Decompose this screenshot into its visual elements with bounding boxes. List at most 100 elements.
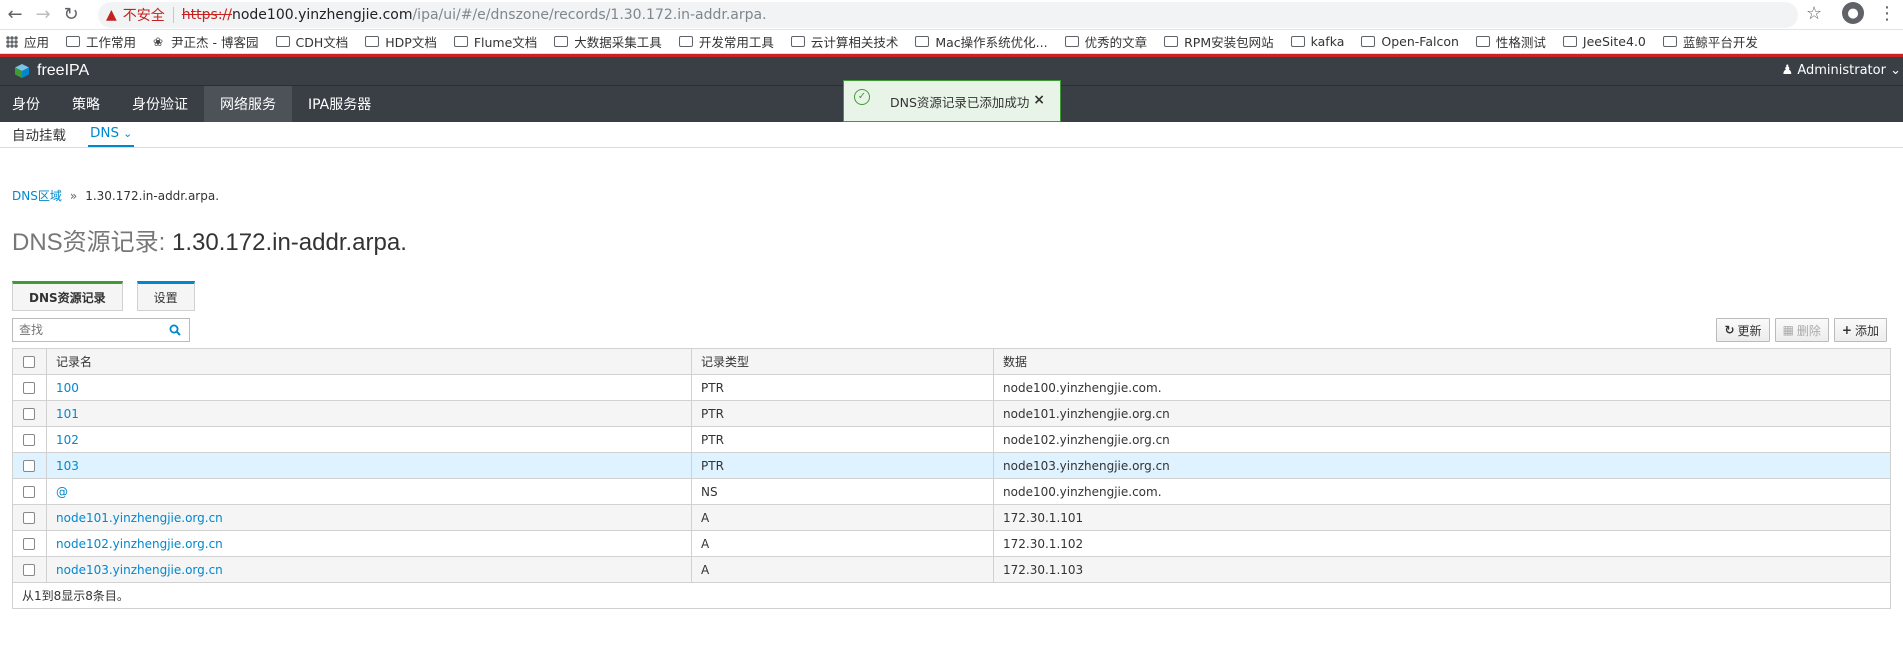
- main-nav-item[interactable]: IPA服务器: [292, 86, 387, 122]
- record-name-link[interactable]: @: [46, 478, 692, 505]
- record-name-link[interactable]: node103.yinzhengjie.org.cn: [46, 556, 692, 583]
- folder-icon: [1064, 36, 1079, 47]
- folder-icon: [1662, 36, 1677, 47]
- bookmark-item[interactable]: 应用: [6, 32, 49, 51]
- record-name-link[interactable]: 100: [46, 374, 692, 401]
- bookmark-item[interactable]: kafka: [1290, 34, 1345, 49]
- profile-avatar-icon[interactable]: ●: [1842, 2, 1864, 24]
- column-header-type[interactable]: 记录类型: [691, 348, 994, 375]
- delete-button[interactable]: ▦ 删除: [1774, 318, 1829, 342]
- folder-icon: [915, 36, 930, 47]
- record-type: PTR: [691, 452, 994, 479]
- close-icon[interactable]: ×: [1033, 92, 1045, 108]
- table-row[interactable]: 102 PTR node102.yinzhengjie.org.cn: [12, 426, 1891, 453]
- bookmark-label: JeeSite4.0: [1582, 34, 1646, 49]
- row-checkbox[interactable]: [23, 512, 35, 524]
- reload-icon[interactable]: ↻: [58, 2, 84, 28]
- bookmark-item[interactable]: 大数据采集工具: [554, 32, 662, 51]
- bookmark-label: CDH文档: [295, 35, 349, 50]
- freeipa-logo[interactable]: freeIPA: [14, 62, 89, 80]
- column-header-name[interactable]: 记录名: [46, 348, 692, 375]
- table-row[interactable]: node102.yinzhengjie.org.cn A 172.30.1.102: [12, 530, 1891, 557]
- tab-settings[interactable]: 设置: [136, 281, 195, 311]
- table-row[interactable]: @ NS node100.yinzhengjie.com.: [12, 478, 1891, 505]
- bookmark-item[interactable]: Flume文档: [453, 32, 537, 51]
- notification-message: DNS资源记录已添加成功: [890, 94, 1030, 110]
- add-button[interactable]: + 添加: [1833, 318, 1887, 342]
- bookmark-item[interactable]: 优秀的文章: [1064, 32, 1148, 51]
- bookmark-item[interactable]: RPM安装包网站: [1164, 32, 1274, 51]
- row-checkbox[interactable]: [23, 382, 35, 394]
- record-type: A: [691, 504, 994, 531]
- row-checkbox[interactable]: [23, 538, 35, 550]
- address-bar[interactable]: ▲ 不安全 https:// node100.yinzhengjie.com /…: [98, 2, 1798, 28]
- record-data: 172.30.1.103: [993, 556, 1891, 583]
- add-label: 添加: [1854, 323, 1879, 338]
- table-row[interactable]: 103 PTR node103.yinzhengjie.org.cn: [12, 452, 1891, 479]
- subnav-dns[interactable]: DNS ⌄: [88, 121, 135, 147]
- folder-icon: [1361, 36, 1376, 47]
- search-icon[interactable]: [169, 324, 181, 336]
- more-menu-icon[interactable]: ⋮: [1878, 3, 1896, 24]
- row-checkbox[interactable]: [23, 486, 35, 498]
- freeipa-cube-icon: [15, 64, 29, 78]
- chevron-down-icon: ⌄: [1890, 63, 1901, 78]
- table-row[interactable]: 100 PTR node100.yinzhengjie.com.: [12, 374, 1891, 401]
- breadcrumb-dns-zones-link[interactable]: DNS区域: [12, 187, 62, 204]
- record-name-link[interactable]: 101: [46, 400, 692, 427]
- tab-dns-records[interactable]: DNS资源记录: [12, 281, 123, 311]
- row-checkbox[interactable]: [23, 434, 35, 446]
- record-data: node103.yinzhengjie.org.cn: [993, 452, 1891, 479]
- url-scheme: https://: [181, 7, 232, 23]
- table-row[interactable]: node101.yinzhengjie.org.cn A 172.30.1.101: [12, 504, 1891, 531]
- refresh-button[interactable]: ↻ 更新: [1716, 318, 1770, 342]
- bookmark-item[interactable]: 工作常用: [66, 32, 136, 51]
- main-nav-item[interactable]: 策略: [56, 86, 116, 122]
- bookmark-item[interactable]: 性格测试: [1475, 32, 1546, 51]
- record-type: A: [691, 556, 994, 583]
- row-checkbox[interactable]: [23, 564, 35, 576]
- forward-arrow-icon[interactable]: →: [30, 2, 56, 28]
- main-nav-item[interactable]: 网络服务: [204, 86, 292, 122]
- folder-icon: [275, 36, 290, 47]
- bookmark-item[interactable]: Mac操作系统优化...: [915, 32, 1048, 51]
- bookmark-star-icon[interactable]: ☆: [1806, 3, 1822, 24]
- column-header-data[interactable]: 数据: [993, 348, 1891, 375]
- record-name-link[interactable]: 102: [46, 426, 692, 453]
- row-checkbox[interactable]: [23, 408, 35, 420]
- user-menu[interactable]: ♟ Administrator ⌄: [1782, 63, 1901, 78]
- main-nav-item[interactable]: 身份: [0, 86, 56, 122]
- bookmark-item[interactable]: CDH文档: [275, 32, 349, 51]
- page-title: DNS资源记录: 1.30.172.in-addr.arpa.: [12, 222, 407, 257]
- bookmark-label: RPM安装包网站: [1184, 35, 1274, 50]
- bookmark-label: 尹正杰 - 博客园: [171, 35, 259, 50]
- row-select-cell: [12, 556, 47, 583]
- record-name-link[interactable]: node101.yinzhengjie.org.cn: [46, 504, 692, 531]
- bookmark-item[interactable]: 开发常用工具: [678, 32, 774, 51]
- bookmark-item[interactable]: HDP文档: [365, 32, 437, 51]
- bookmark-label: 优秀的文章: [1084, 35, 1148, 50]
- bookmark-label: 云计算相关技术: [810, 35, 899, 50]
- row-checkbox[interactable]: [23, 460, 35, 472]
- record-name-link[interactable]: 103: [46, 452, 692, 479]
- table-row[interactable]: 101 PTR node101.yinzhengjie.org.cn: [12, 400, 1891, 427]
- delete-label: 删除: [1796, 323, 1821, 338]
- breadcrumb: DNS区域 » 1.30.172.in-addr.arpa.: [12, 187, 219, 204]
- bookmark-item[interactable]: JeeSite4.0: [1562, 34, 1646, 49]
- bookmark-item[interactable]: 云计算相关技术: [790, 32, 899, 51]
- bookmark-label: 应用: [24, 35, 50, 50]
- main-nav-item[interactable]: 身份验证: [116, 86, 204, 122]
- bookmark-label: kafka: [1310, 34, 1345, 49]
- record-name-link[interactable]: node102.yinzhengjie.org.cn: [46, 530, 692, 557]
- bookmark-item[interactable]: 蓝鲸平台开发: [1662, 32, 1758, 51]
- back-arrow-icon[interactable]: ←: [2, 2, 28, 28]
- search-input[interactable]: [13, 319, 163, 341]
- bookmark-item[interactable]: Open-Falcon: [1361, 34, 1459, 49]
- table-row[interactable]: node103.yinzhengjie.org.cn A 172.30.1.103: [12, 556, 1891, 583]
- select-all-checkbox[interactable]: [23, 356, 35, 368]
- bookmark-label: 开发常用工具: [698, 35, 774, 50]
- bookmark-item[interactable]: ❀ 尹正杰 - 博客园: [153, 32, 258, 51]
- folder-icon: [66, 36, 81, 47]
- subnav-automount[interactable]: 自动挂载: [0, 121, 78, 147]
- row-select-cell: [12, 504, 47, 531]
